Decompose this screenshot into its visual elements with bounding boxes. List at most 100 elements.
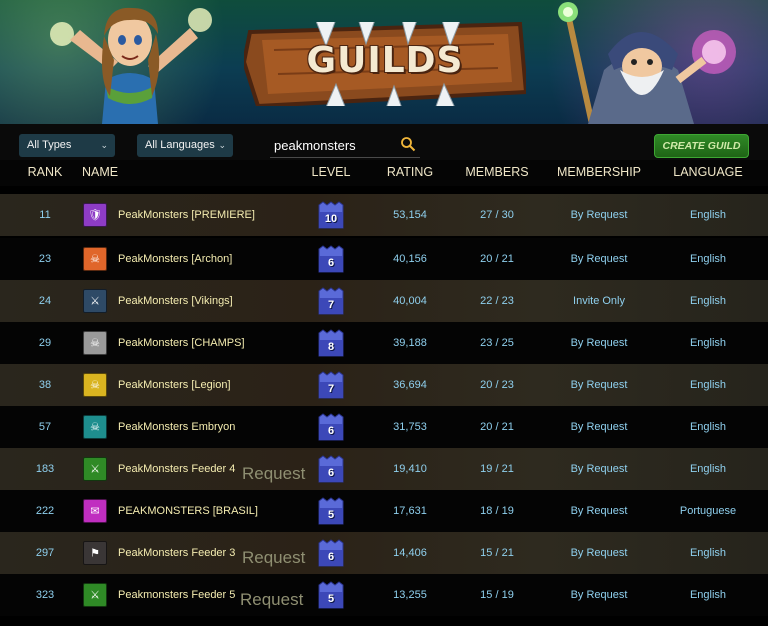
guild-members: 22 / 23 bbox=[480, 295, 514, 307]
guild-membership: By Request bbox=[570, 337, 628, 349]
column-header-members[interactable]: MEMBERS bbox=[465, 165, 528, 179]
guild-level: 7 bbox=[327, 383, 335, 395]
guild-level-container: 8 bbox=[318, 329, 344, 357]
guild-language: English bbox=[689, 421, 727, 433]
guild-rank: 23 bbox=[38, 253, 52, 265]
guild-language: English bbox=[689, 337, 727, 349]
guild-name[interactable]: Peakmonsters Feeder 5 bbox=[118, 589, 235, 601]
guild-language: English bbox=[689, 209, 727, 221]
guild-members: 19 / 21 bbox=[480, 463, 514, 475]
guild-rank: 183 bbox=[35, 463, 55, 475]
gray-skull-icon: ☠ bbox=[83, 331, 107, 355]
guild-level-container: 10 bbox=[318, 201, 344, 229]
guild-level-container: 5 bbox=[318, 581, 344, 609]
guild-level: 5 bbox=[327, 509, 335, 521]
guild-language: English bbox=[689, 253, 727, 265]
request-join-button[interactable]: Request bbox=[240, 590, 303, 610]
column-header-language[interactable]: LANGUAGE bbox=[673, 165, 742, 179]
guild-rating: 40,156 bbox=[393, 253, 427, 265]
guild-row[interactable]: 57 ☠ PeakMonsters Embryon 6 31,753 20 / 21 By … bbox=[0, 406, 768, 448]
guild-language: English bbox=[689, 295, 727, 307]
guild-rank: 38 bbox=[38, 379, 52, 391]
guild-members: 15 / 21 bbox=[480, 547, 514, 559]
chevron-down-icon: ⌄ bbox=[218, 140, 226, 150]
guild-row[interactable]: 222 ✉ PEAKMONSTERS [BRASIL] 5 17,631 18 / 19 B… bbox=[0, 490, 768, 532]
guild-members: 20 / 21 bbox=[480, 253, 514, 265]
request-join-button[interactable]: Request bbox=[242, 464, 305, 484]
guild-rank: 11 bbox=[39, 209, 51, 221]
type-filter-select[interactable]: All Types ⌄ bbox=[19, 134, 115, 157]
guild-search bbox=[270, 132, 420, 158]
guild-level-container: 6 bbox=[318, 413, 344, 441]
guild-name[interactable]: PeakMonsters [CHAMPS] bbox=[118, 337, 245, 349]
guild-row[interactable]: 183 ⚔ PeakMonsters Feeder 4 Request 6 19,410 1… bbox=[0, 448, 768, 490]
guild-level-container: 5 bbox=[318, 497, 344, 525]
guild-members: 20 / 21 bbox=[480, 421, 514, 433]
nature-mage-character-icon bbox=[50, 7, 212, 124]
column-header-rating[interactable]: RATING bbox=[387, 165, 433, 179]
column-header-membership[interactable]: MEMBERSHIP bbox=[557, 165, 641, 179]
guild-row[interactable]: 24 ⚔ PeakMonsters [Vikings] 7 40,004 22 / 23 I… bbox=[0, 280, 768, 322]
language-filter-select[interactable]: All Languages ⌄ bbox=[137, 134, 233, 157]
teal-skull-icon: ☠ bbox=[83, 415, 107, 439]
guild-emblem-glyph: ⚔ bbox=[90, 589, 100, 602]
guild-name[interactable]: PeakMonsters [PREMIERE] bbox=[118, 209, 255, 221]
search-input[interactable] bbox=[274, 135, 394, 155]
guild-level: 5 bbox=[327, 593, 335, 605]
create-guild-button[interactable]: CREATE GUILD bbox=[654, 134, 749, 158]
guild-membership: By Request bbox=[570, 379, 628, 391]
guild-rank: 297 bbox=[35, 547, 55, 559]
guild-rating: 14,406 bbox=[393, 547, 427, 559]
guild-membership: By Request bbox=[570, 547, 628, 559]
search-icon[interactable] bbox=[400, 136, 416, 152]
guild-rating: 31,753 bbox=[393, 421, 427, 433]
magenta-scroll-icon: ✉ bbox=[83, 499, 107, 523]
guild-row[interactable]: 323 ⚔ Peakmonsters Feeder 5 Request 5 13,255 1… bbox=[0, 574, 768, 616]
guilds-logo: GUILDS bbox=[244, 8, 526, 112]
guild-members: 18 / 19 bbox=[480, 505, 514, 517]
guild-name[interactable]: PeakMonsters [Archon] bbox=[118, 253, 232, 265]
guild-rank: 57 bbox=[38, 421, 52, 433]
guild-level-container: 6 bbox=[318, 539, 344, 567]
green-sword-icon: ⚔ bbox=[83, 457, 107, 481]
guild-membership: By Request bbox=[570, 589, 628, 601]
guild-row[interactable]: 38 ☠ PeakMonsters [Legion] 7 36,694 20 / 23 By… bbox=[0, 364, 768, 406]
wizard-character-icon bbox=[558, 2, 736, 124]
guild-emblem-glyph: ⚑ bbox=[90, 547, 100, 560]
guild-level-container: 7 bbox=[318, 287, 344, 315]
guild-name[interactable]: PeakMonsters [Vikings] bbox=[118, 295, 233, 307]
guild-name[interactable]: PeakMonsters [Legion] bbox=[118, 379, 231, 391]
guild-emblem-glyph: ☠ bbox=[90, 421, 100, 434]
guild-level-container: 6 bbox=[318, 245, 344, 273]
guild-name[interactable]: PeakMonsters Feeder 4 bbox=[118, 463, 235, 475]
guild-rating: 19,410 bbox=[393, 463, 427, 475]
guild-name[interactable]: PEAKMONSTERS [BRASIL] bbox=[118, 505, 258, 517]
guild-members: 27 / 30 bbox=[480, 209, 514, 221]
guild-list: 11 🛡 PeakMonsters [PREMIERE] 10 53,154 27 / 3… bbox=[0, 186, 768, 626]
column-header-rank[interactable]: RANK bbox=[28, 165, 63, 179]
guild-name[interactable]: PeakMonsters Feeder 3 bbox=[118, 547, 235, 559]
guild-level-container: 6 bbox=[318, 455, 344, 483]
guild-level: 6 bbox=[327, 467, 335, 479]
guild-row[interactable]: 23 ☠ PeakMonsters [Archon] 6 40,156 20 / 21 By… bbox=[0, 238, 768, 280]
guild-name[interactable]: PeakMonsters Embryon bbox=[118, 421, 235, 433]
request-join-button[interactable]: Request bbox=[242, 548, 305, 568]
table-header: RANK NAME LEVEL RATING MEMBERS MEMBERSHI… bbox=[0, 160, 768, 186]
guild-rank: 24 bbox=[38, 295, 52, 307]
type-filter-value: All Types bbox=[27, 139, 72, 151]
guilds-banner: GUILDS bbox=[0, 0, 768, 124]
guild-emblem-glyph: ☠ bbox=[90, 379, 100, 392]
blue-sword-icon: ⚔ bbox=[83, 289, 107, 313]
column-header-name[interactable]: NAME bbox=[82, 165, 118, 179]
column-header-level[interactable]: LEVEL bbox=[312, 165, 351, 179]
guild-level: 6 bbox=[327, 257, 335, 269]
guild-row[interactable]: 29 ☠ PeakMonsters [CHAMPS] 8 39,188 23 / 25 By… bbox=[0, 322, 768, 364]
guild-membership: By Request bbox=[570, 463, 628, 475]
guild-level: 6 bbox=[327, 425, 335, 437]
guild-row[interactable]: 11 🛡 PeakMonsters [PREMIERE] 10 53,154 27 / 3… bbox=[0, 194, 768, 236]
green-sword-icon: ⚔ bbox=[83, 583, 107, 607]
guild-members: 20 / 23 bbox=[480, 379, 514, 391]
banner-title: GUILDS bbox=[306, 40, 464, 81]
guild-row[interactable]: 297 ⚑ PeakMonsters Feeder 3 Request 6 14,406 1… bbox=[0, 532, 768, 574]
guild-rating: 13,255 bbox=[393, 589, 427, 601]
